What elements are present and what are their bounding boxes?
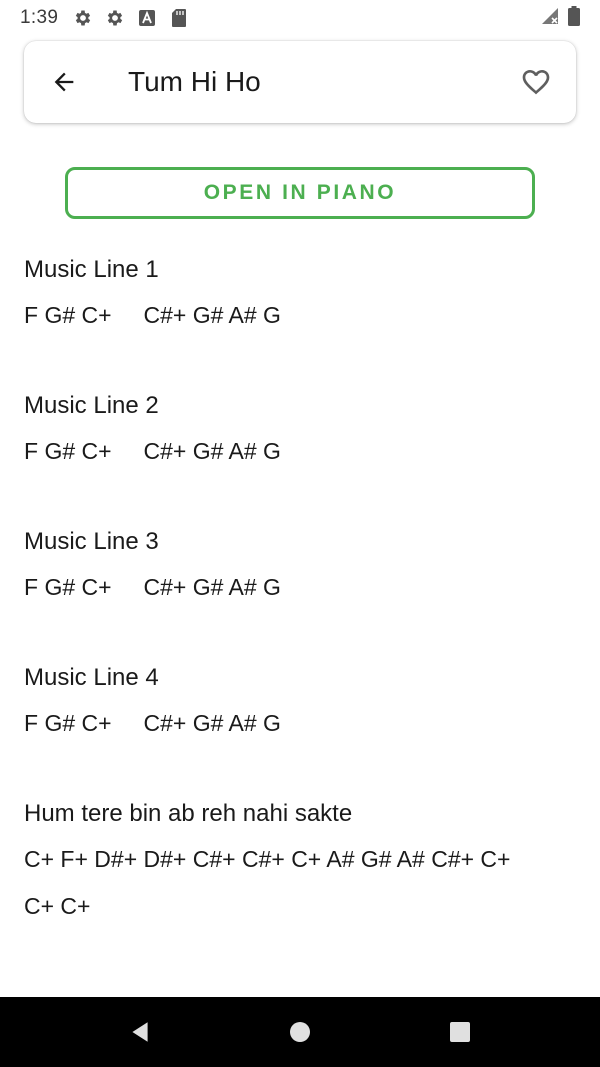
open-in-piano-button[interactable]: OPEN IN PIANO [65, 167, 535, 219]
status-time: 1:39 [20, 7, 59, 28]
recents-square-icon [450, 1022, 470, 1042]
system-nav-bar [0, 997, 600, 1067]
font-a-icon [136, 7, 158, 29]
status-bar: 1:39 [0, 0, 600, 36]
section-title: Music Line 4 [24, 664, 159, 691]
signal-icon [540, 6, 560, 31]
section-notes: C+ F+ D#+ D#+ C#+ C#+ C+ A# G# A# C#+ C+… [24, 846, 511, 919]
section-notes: F G# C+ C#+ G# A# G [24, 574, 281, 600]
back-triangle-icon [132, 1022, 148, 1042]
section-title: Hum tere bin ab reh nahi sakte [24, 800, 353, 827]
music-section: Hum tere bin ab reh nahi sakte C+ F+ D#+… [24, 792, 576, 930]
music-section: Music Line 2 F G# C+ C#+ G# A# G [24, 384, 576, 475]
section-title: Music Line 1 [24, 256, 159, 283]
sd-card-icon [168, 7, 190, 29]
music-section: Music Line 1 F G# C+ C#+ G# A# G [24, 248, 576, 339]
section-notes: F G# C+ C#+ G# A# G [24, 438, 281, 464]
section-title: Music Line 2 [24, 392, 159, 419]
nav-home-button[interactable] [276, 1008, 324, 1056]
home-circle-icon [290, 1022, 310, 1042]
battery-icon [568, 5, 580, 31]
arrow-left-icon [54, 72, 74, 92]
section-title: Music Line 3 [24, 528, 159, 555]
music-section: Music Line 3 F G# C+ C#+ G# A# G [24, 520, 576, 611]
settings-icon [72, 7, 94, 29]
back-button[interactable] [42, 60, 86, 104]
favorite-button[interactable] [514, 60, 558, 104]
music-section: Music Line 4 F G# C+ C#+ G# A# G [24, 656, 576, 747]
section-notes: F G# C+ C#+ G# A# G [24, 302, 281, 328]
section-notes: F G# C+ C#+ G# A# G [24, 710, 281, 736]
app-toolbar: Tum Hi Ho [24, 41, 576, 123]
nav-back-button[interactable] [116, 1008, 164, 1056]
music-lines: Music Line 1 F G# C+ C#+ G# A# G Music L… [24, 248, 576, 930]
settings-icon [104, 7, 126, 29]
heart-outline-icon [522, 70, 550, 95]
page-title: Tum Hi Ho [128, 66, 261, 97]
nav-recents-button[interactable] [436, 1008, 484, 1056]
